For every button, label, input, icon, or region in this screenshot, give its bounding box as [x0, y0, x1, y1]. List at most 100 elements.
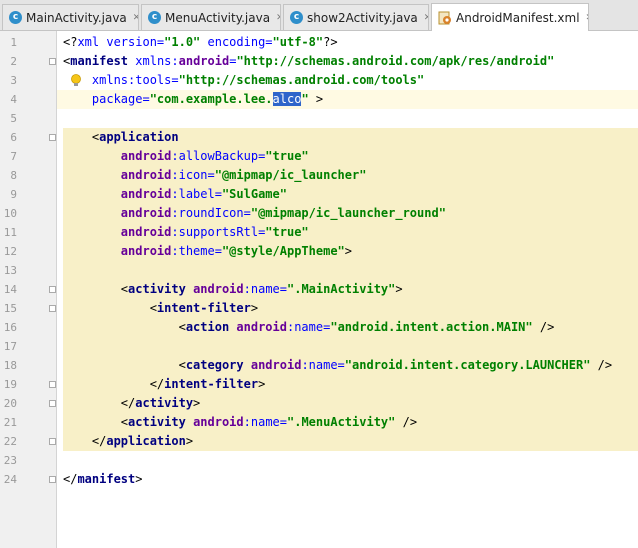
line-number: 19 [3, 378, 17, 391]
code-token: android [63, 149, 172, 163]
code-line[interactable]: xmlns:tools="http://schemas.android.com/… [57, 71, 638, 90]
code-line[interactable]: package="com.example.lee.alco" > [57, 90, 638, 109]
line-number: 5 [10, 112, 17, 125]
code-token: < [63, 415, 129, 429]
java-class-icon: c [148, 11, 161, 24]
code-token: application [106, 434, 186, 448]
code-token: "android.intent.category.LAUNCHER" [344, 358, 591, 372]
tab-label: show2Activity.java [307, 10, 418, 25]
tab-menu-activity[interactable]: c MenuActivity.java ✕ [141, 4, 281, 30]
line-number: 1 [10, 36, 17, 49]
close-icon[interactable]: ✕ [586, 13, 588, 23]
code-line[interactable] [57, 261, 638, 280]
code-line[interactable]: android:allowBackup="true" [57, 147, 638, 166]
code-token: android [63, 206, 172, 220]
code-line[interactable]: <intent-filter> [57, 299, 638, 318]
code-token: < [63, 358, 186, 372]
code-token: :name= [243, 415, 287, 429]
line-number: 15 [3, 302, 17, 315]
code-token: :name= [243, 282, 287, 296]
code-token: android [193, 415, 244, 429]
code-line[interactable]: android:supportsRtl="true" [57, 223, 638, 242]
fold-marker-icon[interactable] [49, 305, 56, 312]
code-line[interactable]: android:roundIcon="@mipmap/ic_launcher_r… [57, 204, 638, 223]
fold-marker-icon[interactable] [49, 438, 56, 445]
code-line[interactable]: android:icon="@mipmap/ic_launcher" [57, 166, 638, 185]
xml-file-icon [438, 11, 452, 25]
code-token: manifest [77, 472, 136, 486]
code-token: "http://schemas.android.com/apk/res/andr… [236, 54, 555, 68]
code-line[interactable] [57, 337, 638, 356]
line-number: 4 [10, 93, 17, 106]
line-number: 14 [3, 283, 17, 296]
code-token: "http://schemas.android.com/tools" [178, 73, 425, 87]
code-token: "@style/AppTheme" [221, 244, 345, 258]
code-token: ".MainActivity" [287, 282, 396, 296]
code-token: android [63, 244, 172, 258]
code-line[interactable]: </manifest> [57, 470, 638, 489]
code-line[interactable]: android:label="SulGame" [57, 185, 638, 204]
java-class-icon: c [290, 11, 303, 24]
code-token: </ [63, 434, 107, 448]
tab-main-activity[interactable]: c MainActivity.java ✕ [2, 4, 139, 30]
code-token: "@mipmap/ic_launcher_round" [250, 206, 446, 220]
code-line[interactable]: <manifest xmlns:android="http://schemas.… [57, 52, 638, 71]
code-token: :icon= [171, 168, 215, 182]
fold-marker-icon[interactable] [49, 381, 56, 388]
code-token: :allowBackup= [171, 149, 266, 163]
line-number: 17 [3, 340, 17, 353]
code-line[interactable]: </application> [57, 432, 638, 451]
code-token: </ [63, 377, 165, 391]
code-token: manifest [70, 54, 136, 68]
code-token: " [301, 92, 309, 106]
code-line[interactable]: <?xml version="1.0" encoding="utf-8"?> [57, 33, 638, 52]
line-number: 11 [3, 226, 17, 239]
code-token: > [308, 92, 324, 106]
code-token: :roundIcon= [171, 206, 251, 220]
fold-marker-icon[interactable] [49, 400, 56, 407]
close-icon[interactable]: ✕ [276, 13, 280, 23]
code-line[interactable]: <activity android:name=".MainActivity"> [57, 280, 638, 299]
code-line[interactable]: android:theme="@style/AppTheme"> [57, 242, 638, 261]
code-line[interactable]: </activity> [57, 394, 638, 413]
code-token: "true" [265, 225, 309, 239]
code-token: /> [395, 415, 418, 429]
code-line[interactable]: </intent-filter> [57, 375, 638, 394]
code-token: > [395, 282, 403, 296]
tab-show2-activity[interactable]: c show2Activity.java ✕ [283, 4, 429, 30]
code-line[interactable]: <action android:name="android.intent.act… [57, 318, 638, 337]
line-number: 7 [10, 150, 17, 163]
fold-marker-icon[interactable] [49, 134, 56, 141]
code-token: android [178, 54, 230, 68]
fold-marker-icon[interactable] [49, 476, 56, 483]
tab-label: MenuActivity.java [165, 10, 271, 25]
line-number: 10 [3, 207, 17, 220]
code-token: /> [590, 358, 613, 372]
close-icon[interactable]: ✕ [424, 13, 428, 23]
fold-marker-icon[interactable] [49, 58, 56, 65]
line-number: 2 [10, 55, 17, 68]
code-line[interactable]: <activity android:name=".MenuActivity" /… [57, 413, 638, 432]
code-editor[interactable]: <?xml version="1.0" encoding="utf-8"?> <m… [57, 31, 638, 548]
code-line[interactable]: <category android:name="android.intent.c… [57, 356, 638, 375]
line-number: 22 [3, 435, 17, 448]
code-token: </ [63, 396, 136, 410]
code-line[interactable] [57, 109, 638, 128]
lightbulb-icon[interactable] [70, 73, 82, 87]
tab-label: MainActivity.java [26, 10, 127, 25]
code-token: activity [135, 396, 194, 410]
close-icon[interactable]: ✕ [133, 13, 138, 23]
code-token: :name= [286, 320, 331, 334]
line-number: 21 [3, 416, 17, 429]
line-number: 23 [3, 454, 17, 467]
code-token: < [63, 320, 186, 334]
editor-tab-bar: c MainActivity.java ✕ c MenuActivity.jav… [0, 0, 638, 31]
code-token: activity [128, 282, 194, 296]
tab-android-manifest[interactable]: AndroidManifest.xml ✕ [431, 3, 589, 31]
code-token: > [344, 244, 353, 258]
selected-text: alco [272, 92, 302, 106]
fold-marker-icon[interactable] [49, 286, 56, 293]
code-token: xml version= [77, 35, 165, 49]
code-line[interactable] [57, 451, 638, 470]
code-line[interactable]: <application [57, 128, 638, 147]
